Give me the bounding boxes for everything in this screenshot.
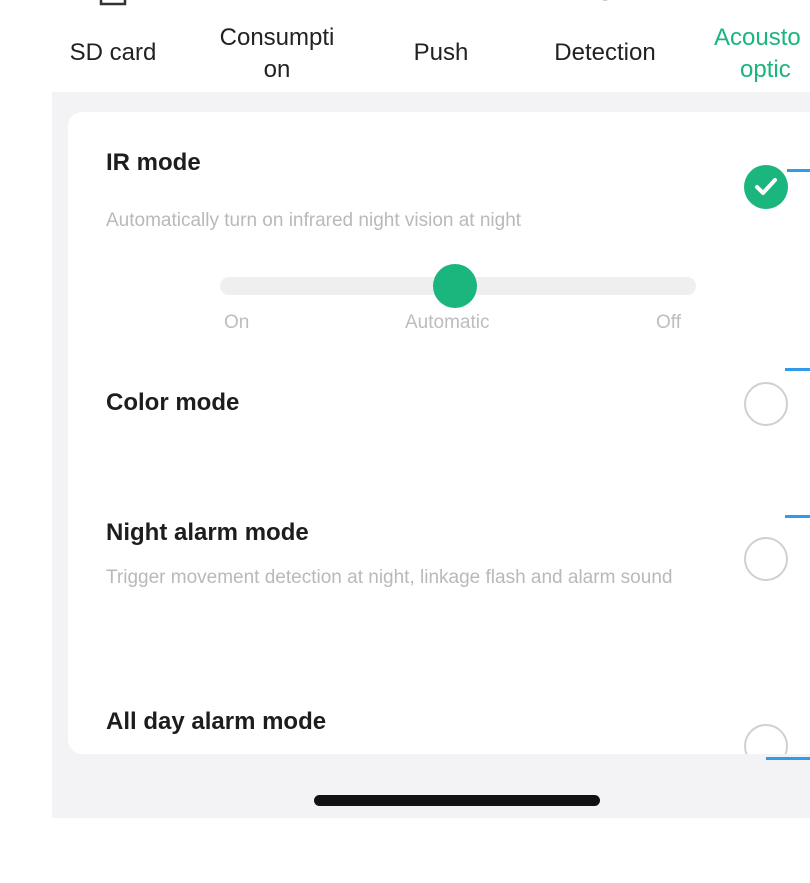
settings-tab-bar: SD card Consumpti on Push Detection Acou…: [52, 0, 810, 92]
tab-label-line1: Acousto: [714, 24, 801, 51]
color-mode-radio[interactable]: [744, 382, 788, 426]
ir-mode-radio[interactable]: [744, 165, 788, 209]
app-screen: SD card Consumpti on Push Detection Acou…: [52, 0, 810, 818]
ir-mode-description: Automatically turn on infrared night vis…: [106, 210, 522, 231]
tab-consumption[interactable]: Consumpti on: [202, 0, 352, 92]
divider-accent-line: [766, 757, 810, 760]
slider-label-on: On: [224, 312, 250, 333]
sd-card-icon: [99, 0, 127, 6]
message-icon: [426, 0, 456, 8]
tab-label: Detection: [554, 39, 656, 66]
home-indicator: [314, 795, 600, 806]
tab-push[interactable]: Push: [366, 0, 516, 92]
all-day-alarm-mode-title: All day alarm mode: [106, 708, 327, 735]
night-vision-mode-card: IR mode Automatically turn on infrared n…: [68, 112, 810, 754]
tab-label: Push: [413, 39, 469, 66]
tab-label-line2: optic: [740, 56, 791, 83]
alarm-light-icon: [754, 0, 784, 8]
battery-icon: [262, 0, 292, 8]
divider-accent-line: [787, 169, 810, 172]
ir-mode-slider-thumb[interactable]: [433, 264, 477, 308]
night-alarm-mode-title: Night alarm mode: [106, 519, 309, 546]
night-alarm-mode-radio[interactable]: [744, 537, 788, 581]
divider-accent-line: [785, 515, 810, 518]
divider-accent-line: [785, 368, 810, 371]
color-mode-title: Color mode: [106, 389, 240, 416]
slider-label-off: Off: [656, 312, 681, 333]
tab-detection[interactable]: Detection: [530, 0, 680, 92]
tab-acousto-optic[interactable]: Acousto optic: [694, 0, 810, 92]
ir-mode-title: IR mode: [106, 149, 201, 176]
night-alarm-mode-description: Trigger movement detection at night, lin…: [106, 567, 673, 588]
tab-label-line1: Consumpti: [219, 24, 335, 51]
tab-label-line2: on: [263, 56, 291, 83]
tab-label: SD card: [69, 39, 157, 66]
target-icon: [602, 0, 608, 1]
all-day-alarm-mode-radio[interactable]: [744, 724, 788, 754]
checkmark-icon: [755, 178, 777, 195]
tab-sd-card[interactable]: SD card: [52, 0, 188, 92]
slider-label-automatic: Automatic: [405, 312, 490, 333]
